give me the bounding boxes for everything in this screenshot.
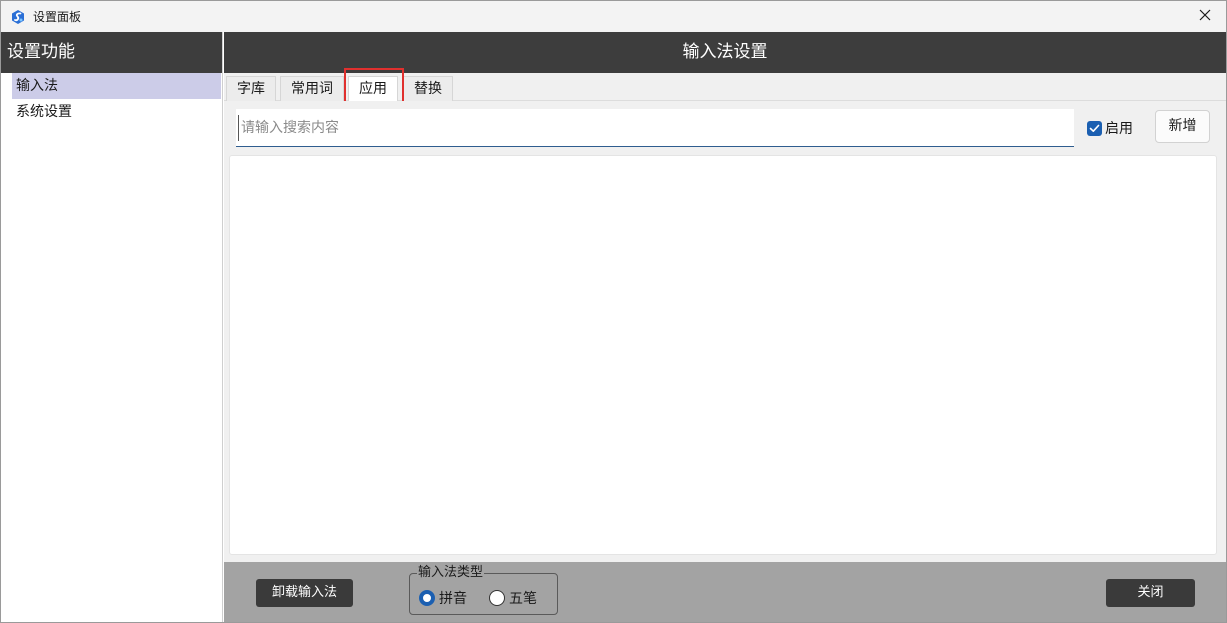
tab-applications[interactable]: 应用 [348,76,398,102]
settings-window: 设置面板 设置功能 输入法 系统设置 输入法设置 字库 常用词 应用 替换 请输… [0,0,1227,623]
ime-type-legend: 输入法类型 [417,565,485,580]
tab-bar: 字库 常用词 应用 替换 [224,73,1226,102]
radio-checked-icon [419,590,435,606]
sidebar-item-system-settings[interactable]: 系统设置 [12,99,221,125]
radio-wubi[interactable]: 五笔 [489,588,537,608]
radio-pinyin-label: 拼音 [439,591,467,607]
ime-type-group: 输入法类型 拼音 五笔 [409,565,558,615]
sidebar-header: 设置功能 [1,32,222,73]
enable-checkbox[interactable]: 启用 [1087,118,1133,138]
app-list [229,155,1217,555]
tab-replace[interactable]: 替换 [403,76,453,101]
sidebar-item-input-method[interactable]: 输入法 [12,73,221,99]
add-button[interactable]: 新增 [1155,110,1210,143]
enable-checkbox-label: 启用 [1105,121,1133,137]
window-title: 设置面板 [33,10,82,24]
tab-content: 启用 新增 [224,101,1226,562]
uninstall-ime-button[interactable]: 卸载输入法 [256,579,353,607]
sidebar: 设置功能 输入法 系统设置 [1,32,223,622]
close-button[interactable]: 关闭 [1106,579,1195,607]
radio-unchecked-icon [489,590,505,606]
search-input[interactable] [238,115,1068,141]
close-icon [1199,9,1211,25]
tab-dictionary[interactable]: 字库 [226,76,276,101]
title-bar: 设置面板 [1,1,1226,32]
search-box [236,109,1074,147]
window-close-button[interactable] [1184,1,1226,32]
radio-pinyin[interactable]: 拼音 [419,588,467,608]
footer-bar: 卸载输入法 输入法类型 拼音 五笔 关闭 [224,562,1226,622]
main-panel: 输入法设置 字库 常用词 应用 替换 启用 新增 [224,32,1226,622]
tab-common-words[interactable]: 常用词 [280,76,344,101]
page-title: 输入法设置 [224,32,1226,73]
checkbox-checked-icon [1087,120,1102,136]
app-logo-icon [10,9,26,25]
radio-wubi-label: 五笔 [509,591,537,607]
